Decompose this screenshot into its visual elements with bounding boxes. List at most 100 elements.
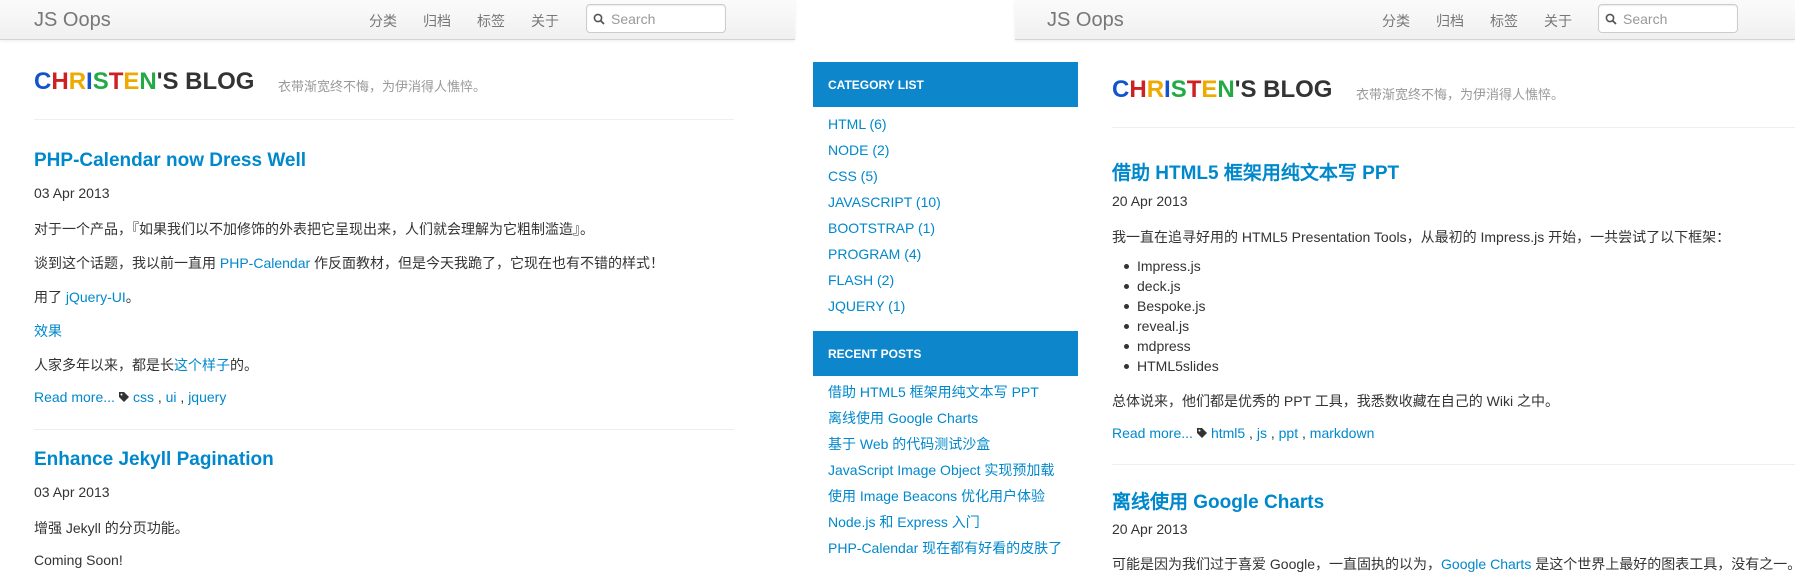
logo-letter: I <box>86 68 93 95</box>
category-link-program[interactable]: PROGRAM (4) <box>828 241 941 267</box>
post-paragraph: Coming Soon! <box>34 552 123 568</box>
search-icon <box>593 13 605 25</box>
post-paragraph: 效果 <box>34 321 62 341</box>
search-box[interactable] <box>586 4 726 33</box>
recent-post-link[interactable]: 使用 Image Beacons 优化用户体验 <box>828 483 1062 509</box>
category-link-javascript[interactable]: JAVASCRIPT (10) <box>828 189 941 215</box>
category-list: HTML (6) NODE (2) CSS (5) JAVASCRIPT (10… <box>828 111 941 319</box>
text: 。 <box>125 289 140 305</box>
nav-item-category[interactable]: 分类 <box>1382 11 1410 31</box>
logo-letter: S <box>92 68 109 95</box>
search-input[interactable] <box>611 10 721 27</box>
recent-post-link[interactable]: 离线使用 Google Charts <box>828 405 1062 431</box>
category-link-css[interactable]: CSS (5) <box>828 163 941 189</box>
list-item: reveal.js <box>1123 316 1219 336</box>
tag-link[interactable]: markdown <box>1310 425 1375 441</box>
nav-item-tags[interactable]: 标签 <box>1490 11 1518 31</box>
nav-menu: 分类 归档 标签 关于 <box>369 11 559 31</box>
jquery-ui-link[interactable]: jQuery-UI <box>66 289 126 305</box>
nav-item-category[interactable]: 分类 <box>369 11 397 31</box>
post-title-link[interactable]: 借助 HTML5 框架用纯文本写 PPT <box>1112 158 1399 185</box>
text: 人家多年以来，都是长 <box>34 357 174 373</box>
list-item: mdpress <box>1123 336 1219 356</box>
logo-letter: R <box>1146 76 1165 103</box>
logo-letter: N <box>1217 76 1235 103</box>
divider <box>1112 464 1795 465</box>
logo-rest: 'S BLOG <box>1234 76 1333 103</box>
logo-letter: C <box>34 68 52 95</box>
brand-link[interactable]: JS Oops <box>1047 9 1124 32</box>
blog-tagline: 衣带渐宽终不悔，为伊消得人憔悴。 <box>1356 87 1565 102</box>
post-paragraph: 对于一个产品，『如果我们以不加修饰的外表把它呈现出来，人们就会理解为它粗制滥造』… <box>34 221 594 237</box>
read-more-link[interactable]: Read more... <box>1112 425 1193 441</box>
post-paragraph: 增强 Jekyll 的分页功能。 <box>34 520 189 536</box>
list-item: deck.js <box>1123 276 1219 296</box>
post-paragraph: 总体说来，他们都是优秀的 PPT 工具，我悉数收藏在自己的 Wiki 之中。 <box>1112 393 1559 409</box>
list-item: HTML5slides <box>1123 356 1219 376</box>
google-charts-link[interactable]: Google Charts <box>1441 556 1531 572</box>
nav-item-tags[interactable]: 标签 <box>477 11 505 31</box>
logo-letter: H <box>51 68 69 95</box>
blog-tagline: 衣带渐宽终不悔，为伊消得人憔悴。 <box>278 79 487 94</box>
text: 谈到这个话题，我以前一直用 <box>34 255 220 271</box>
post-date: 03 Apr 2013 <box>34 185 110 201</box>
recent-post-link[interactable]: 借助 HTML5 框架用纯文本写 PPT <box>828 379 1062 405</box>
divider <box>34 429 734 430</box>
nav-item-about[interactable]: 关于 <box>1544 11 1572 31</box>
post-date: 20 Apr 2013 <box>1112 521 1188 537</box>
category-link-node[interactable]: NODE (2) <box>828 137 941 163</box>
text: 用了 <box>34 289 66 305</box>
category-link-html[interactable]: HTML (6) <box>828 111 941 137</box>
tag-link[interactable]: js <box>1257 425 1267 441</box>
logo-letter: T <box>1186 76 1202 103</box>
tag-link[interactable]: css <box>133 389 154 405</box>
brand-link[interactable]: JS Oops <box>34 9 111 32</box>
nav-menu: 分类 归档 标签 关于 <box>1382 11 1572 31</box>
post-paragraph: 谈到这个话题，我以前一直用 PHP-Calendar 作反面教材，但是今天我跪了… <box>34 253 664 273</box>
category-link-flash[interactable]: FLASH (2) <box>828 267 941 293</box>
text: 可能是因为我们过于喜爱 Google，一直固执的以为， <box>1112 556 1442 572</box>
php-calendar-link[interactable]: PHP-Calendar <box>220 255 310 271</box>
post-date: 03 Apr 2013 <box>34 484 110 500</box>
logo-rest: 'S BLOG <box>156 68 255 95</box>
logo-letter: H <box>1129 76 1147 103</box>
nav-item-archive[interactable]: 归档 <box>423 11 451 31</box>
post-title-link[interactable]: PHP-Calendar now Dress Well <box>34 150 306 172</box>
demo-link[interactable]: 效果 <box>34 323 62 339</box>
divider <box>34 119 734 120</box>
blog-logo: CHRISTEN'S BLOG <box>1112 76 1332 104</box>
post-date: 20 Apr 2013 <box>1112 193 1188 209</box>
recent-post-link[interactable]: 基于 Web 的代码测试沙盒 <box>828 431 1062 457</box>
logo-letter: S <box>1170 76 1187 103</box>
nav-item-archive[interactable]: 归档 <box>1436 11 1464 31</box>
tag-link[interactable]: jquery <box>188 389 226 405</box>
logo-letter: E <box>123 68 140 95</box>
framework-list: Impress.js deck.js Bespoke.js reveal.js … <box>1123 256 1219 376</box>
left-navbar: JS Oops 分类 归档 标签 关于 <box>0 0 795 40</box>
search-box[interactable] <box>1598 4 1738 33</box>
right-navbar: JS Oops 分类 归档 标签 关于 <box>1015 0 1795 40</box>
post-title-link[interactable]: 离线使用 Google Charts <box>1112 487 1324 514</box>
recent-post-link[interactable]: JavaScript Image Object 实现预加载 <box>828 457 1062 483</box>
category-link-jquery[interactable]: JQUERY (1) <box>828 293 941 319</box>
search-input[interactable] <box>1623 10 1733 27</box>
logo-letter: T <box>108 68 124 95</box>
category-list-header: CATEGORY LIST <box>813 62 1078 107</box>
logo-letter: R <box>68 68 87 95</box>
recent-post-link[interactable]: PHP-Calendar 现在都有好看的皮肤了 <box>828 535 1062 561</box>
tag-icon <box>1196 428 1207 438</box>
tag-link[interactable]: ppt <box>1279 425 1298 441</box>
recent-posts-header: RECENT POSTS <box>813 331 1078 376</box>
logo-letter: E <box>1201 76 1218 103</box>
category-link-bootstrap[interactable]: BOOTSTRAP (1) <box>828 215 941 241</box>
nav-item-about[interactable]: 关于 <box>531 11 559 31</box>
post-paragraph: 用了 jQuery-UI。 <box>34 287 140 307</box>
post-title-link[interactable]: Enhance Jekyll Pagination <box>34 449 274 471</box>
screenshot-link[interactable]: 这个样子 <box>174 357 230 373</box>
post-paragraph: 人家多年以来，都是长这个样子的。 <box>34 355 258 375</box>
post-footer: Read more... html5 , js , ppt , markdown <box>1112 425 1375 441</box>
tag-link[interactable]: ui <box>166 389 177 405</box>
tag-link[interactable]: html5 <box>1211 425 1245 441</box>
recent-post-link[interactable]: Node.js 和 Express 入门 <box>828 509 1062 535</box>
read-more-link[interactable]: Read more... <box>34 389 115 405</box>
